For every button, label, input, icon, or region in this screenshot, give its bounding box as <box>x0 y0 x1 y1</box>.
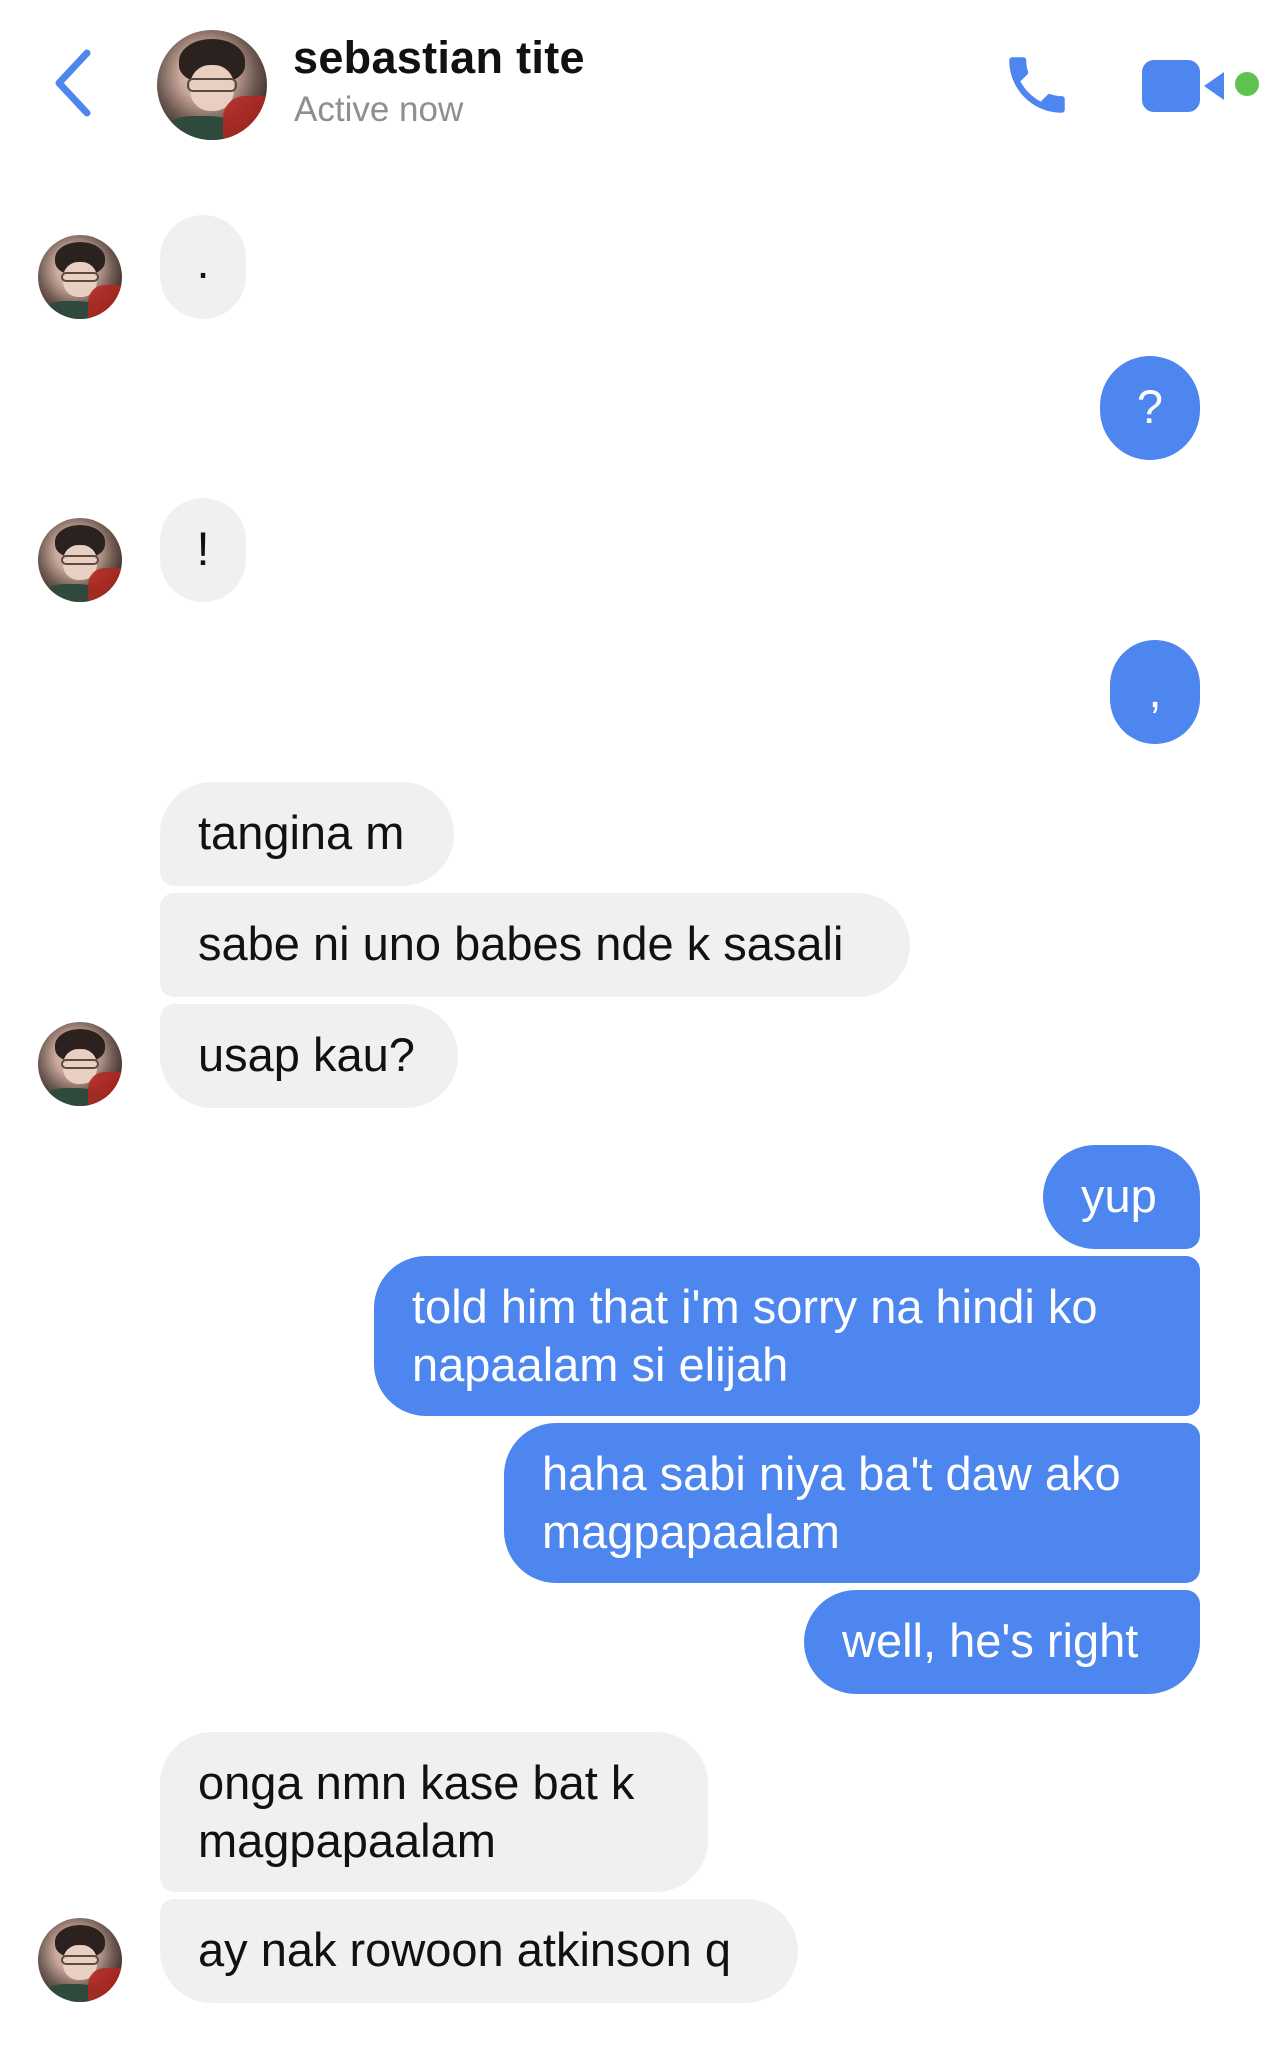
message-text: tangina m <box>198 806 405 859</box>
outgoing-message[interactable]: haha sabi niya ba't daw ako magpapaalam <box>504 1423 1200 1583</box>
message-text: . <box>196 235 210 288</box>
contact-name[interactable]: sebastian tite <box>293 32 585 84</box>
contact-status: Active now <box>294 90 464 129</box>
outgoing-message[interactable]: told him that i'm sorry na hindi ko napa… <box>374 1256 1200 1416</box>
outgoing-message[interactable]: , <box>1110 640 1200 744</box>
sender-avatar[interactable] <box>38 1022 122 1106</box>
message-text: told him that i'm sorry na hindi ko <box>412 1280 1098 1333</box>
incoming-message[interactable]: ay nak rowoon atkinson q <box>160 1899 798 2003</box>
message-text: well, he's right <box>842 1614 1139 1667</box>
message-text: onga nmn kase bat k <box>198 1756 635 1809</box>
incoming-message[interactable]: usap kau? <box>160 1004 458 1108</box>
contact-avatar[interactable] <box>157 30 267 140</box>
message-text: ? <box>1136 380 1164 433</box>
outgoing-message[interactable]: yup <box>1043 1145 1200 1249</box>
incoming-message[interactable]: onga nmn kase bat k magpapaalam <box>160 1732 708 1892</box>
incoming-message[interactable]: sabe ni uno babes nde k sasali <box>160 893 910 997</box>
back-chevron-icon <box>55 49 91 117</box>
sender-avatar[interactable] <box>38 518 122 602</box>
phone-icon <box>1009 57 1065 113</box>
message-text: ay nak rowoon atkinson q <box>198 1923 731 1976</box>
incoming-message[interactable]: . <box>160 215 246 319</box>
outgoing-message[interactable]: ? <box>1100 356 1200 460</box>
conversation-header: sebastian tite Active now <box>0 0 1284 160</box>
message-text: napaalam si elijah <box>412 1338 789 1391</box>
message-text: magpapaalam <box>542 1505 840 1558</box>
voice-call-button[interactable] <box>1000 48 1074 122</box>
back-button[interactable] <box>48 48 98 118</box>
incoming-message[interactable]: tangina m <box>160 782 454 886</box>
incoming-message[interactable]: ! <box>160 498 246 602</box>
outgoing-message[interactable]: well, he's right <box>804 1590 1200 1694</box>
message-text: , <box>1148 664 1162 717</box>
message-text: magpapaalam <box>198 1814 496 1867</box>
sender-avatar[interactable] <box>38 235 122 319</box>
video-call-button[interactable] <box>1140 56 1250 116</box>
message-text: ! <box>196 522 210 575</box>
online-status-dot <box>1235 72 1259 96</box>
message-text: yup <box>1081 1169 1157 1222</box>
sender-avatar[interactable] <box>38 1918 122 2002</box>
message-text: sabe ni uno babes nde k sasali <box>198 917 844 970</box>
message-text: haha sabi niya ba't daw ako <box>542 1447 1121 1500</box>
message-text: usap kau? <box>198 1028 415 1081</box>
video-camera-icon <box>1142 60 1224 112</box>
